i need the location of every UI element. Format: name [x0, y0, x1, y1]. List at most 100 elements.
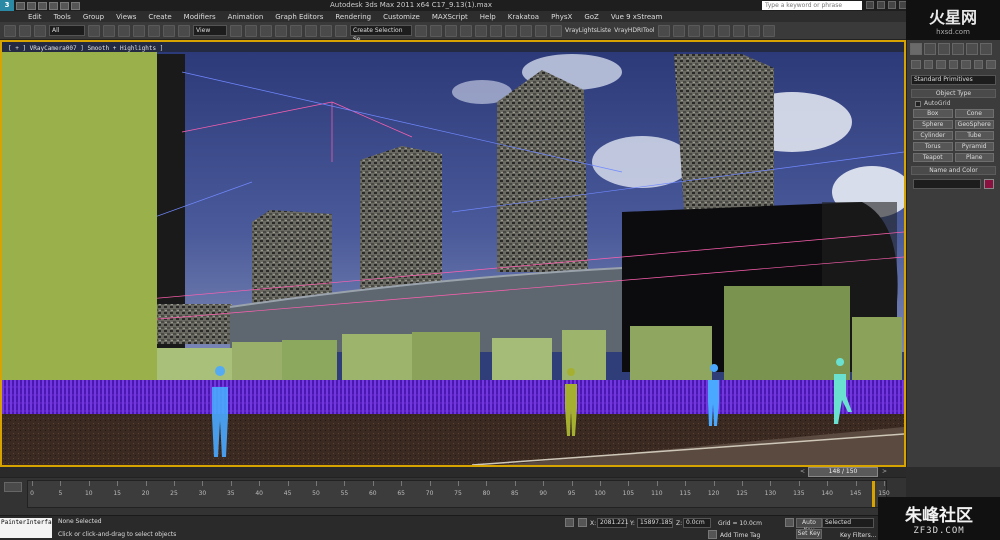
subscription-icon[interactable]	[877, 1, 885, 9]
time-slider[interactable]: < 148 / 150 >	[0, 467, 906, 477]
vray-frame-buffer-icon[interactable]	[672, 24, 685, 37]
menu-group[interactable]: Group	[83, 13, 104, 21]
menu-krakatoa[interactable]: Krakatoa	[508, 13, 539, 21]
plane-button[interactable]: Plane	[954, 153, 994, 162]
graphite-ribbon-icon[interactable]	[460, 24, 472, 37]
selection-filter-select[interactable]: All	[49, 25, 85, 36]
add-time-tag-button[interactable]: Add Time Tag	[720, 532, 760, 539]
primitive-category-select[interactable]: Standard Primitives	[911, 75, 996, 85]
systems-icon[interactable]	[986, 60, 997, 69]
geometry-icon[interactable]	[911, 60, 921, 69]
save-file-icon[interactable]	[38, 1, 47, 10]
angle-snap-icon[interactable]	[290, 24, 302, 37]
menu-graph-editors[interactable]: Graph Editors	[275, 13, 323, 21]
set-key-mode-icon[interactable]	[785, 518, 794, 527]
project-folder-icon[interactable]	[71, 1, 80, 10]
keyboard-shortcut-icon[interactable]	[260, 24, 272, 37]
y-coordinate-field[interactable]: 15897.185	[637, 518, 673, 528]
current-frame-marker[interactable]	[871, 481, 875, 507]
z-coordinate-field[interactable]: 0.0cm	[683, 518, 711, 528]
select-object-icon[interactable]	[88, 24, 100, 37]
snaps-toggle-icon[interactable]	[275, 24, 287, 37]
lock-selection-icon[interactable]	[565, 518, 574, 527]
vray-hdri-tool-button[interactable]: VrayHDRITool	[614, 27, 655, 34]
time-slider-prev-arrow[interactable]: <	[800, 468, 805, 475]
percent-snap-icon[interactable]	[305, 24, 317, 37]
binoculars-icon[interactable]	[866, 1, 874, 9]
menu-modifiers[interactable]: Modifiers	[184, 13, 216, 21]
viewport-label[interactable]: [ + ] VRayCamera007 ] Smooth + Highlight…	[8, 45, 163, 52]
undo-icon[interactable]	[49, 1, 58, 10]
pivot-center-icon[interactable]	[230, 24, 242, 37]
menu-goz[interactable]: GoZ	[584, 13, 599, 21]
mini-curve-editor-icon[interactable]	[4, 482, 22, 492]
menu-maxscript[interactable]: MAXScript	[432, 13, 468, 21]
app-logo-icon[interactable]: 3	[0, 0, 14, 11]
teapot-button[interactable]: Teapot	[913, 153, 953, 162]
display-tab-icon[interactable]	[966, 43, 978, 55]
select-by-name-icon[interactable]	[103, 24, 115, 37]
window-crossing-icon[interactable]	[133, 24, 145, 37]
menu-views[interactable]: Views	[116, 13, 136, 21]
object-name-field[interactable]	[913, 179, 981, 189]
track-bar-ruler[interactable]: 0 5 10 15 20 25 30 35 40 45 50 55 60 65 70 75 80 85 90 95 10…	[27, 480, 890, 508]
new-file-icon[interactable]	[16, 1, 25, 10]
camera-viewport[interactable]: [ + ] VRayCamera007 ] Smooth + Highlight…	[0, 40, 906, 467]
named-selection-select[interactable]: Create Selection Se	[350, 25, 412, 43]
material-editor-icon[interactable]	[505, 24, 517, 37]
autogrid-checkbox[interactable]	[915, 100, 921, 107]
absolute-mode-icon[interactable]	[578, 518, 587, 527]
vray-lights-lister-button[interactable]: VrayLightsListe	[565, 27, 611, 34]
render-setup-icon[interactable]	[520, 24, 532, 37]
space-warps-icon[interactable]	[973, 60, 984, 69]
time-slider-next-arrow[interactable]: >	[882, 468, 887, 475]
menu-vue-xstream[interactable]: Vue 9 xStream	[611, 13, 662, 21]
star-icon[interactable]	[888, 1, 896, 9]
menu-rendering[interactable]: Rendering	[335, 13, 371, 21]
menu-animation[interactable]: Animation	[228, 13, 264, 21]
create-tab-icon[interactable]	[910, 43, 922, 55]
name-and-color-rollout[interactable]: Name and Color	[911, 166, 996, 175]
utilities-tab-icon[interactable]	[980, 43, 992, 55]
rendered-frame-icon[interactable]	[535, 24, 547, 37]
reference-coordinate-select[interactable]: View	[193, 25, 227, 36]
key-filters-button[interactable]: Key Filters...	[840, 532, 877, 539]
key-mode-select[interactable]: Selected	[822, 518, 874, 528]
spinner-snap-icon[interactable]	[320, 24, 332, 37]
cloud-icon[interactable]	[702, 24, 715, 37]
menu-tools[interactable]: Tools	[54, 13, 71, 21]
manipulate-icon[interactable]	[245, 24, 257, 37]
sphere-button[interactable]: Sphere	[913, 120, 953, 129]
proxy-icon[interactable]	[732, 24, 745, 37]
box-button[interactable]: Box	[913, 109, 953, 118]
auto-key-button[interactable]: Auto Key	[796, 518, 822, 534]
geosphere-button[interactable]: GeoSphere	[954, 120, 994, 129]
cylinder-button[interactable]: Cylinder	[913, 131, 953, 140]
menu-physx[interactable]: PhysX	[551, 13, 572, 21]
lights-icon[interactable]	[936, 60, 946, 69]
menu-customize[interactable]: Customize	[383, 13, 420, 21]
shapes-icon[interactable]	[923, 60, 934, 69]
hair-icon[interactable]	[717, 24, 730, 37]
play-icon[interactable]	[747, 24, 760, 37]
select-and-link-icon[interactable]	[4, 24, 16, 37]
modify-tab-icon[interactable]	[924, 43, 936, 55]
rectangular-selection-icon[interactable]	[118, 24, 130, 37]
move-icon[interactable]	[148, 24, 160, 37]
set-key-button[interactable]: Set Key	[796, 529, 822, 539]
motion-tab-icon[interactable]	[952, 43, 964, 55]
time-slider-handle[interactable]: 148 / 150	[808, 467, 878, 477]
rotate-icon[interactable]	[163, 24, 175, 37]
teapot-render-icon[interactable]	[657, 24, 670, 37]
tube-button[interactable]: Tube	[954, 131, 994, 140]
hierarchy-tab-icon[interactable]	[938, 43, 950, 55]
layer-manager-icon[interactable]	[445, 24, 457, 37]
menu-edit[interactable]: Edit	[28, 13, 42, 21]
mirror-icon[interactable]	[415, 24, 427, 37]
bind-space-warp-icon[interactable]	[34, 24, 46, 37]
settings-icon[interactable]	[762, 24, 775, 37]
sky-icon[interactable]	[687, 24, 700, 37]
align-icon[interactable]	[430, 24, 442, 37]
menu-create[interactable]: Create	[148, 13, 171, 21]
render-production-icon[interactable]	[550, 24, 562, 37]
